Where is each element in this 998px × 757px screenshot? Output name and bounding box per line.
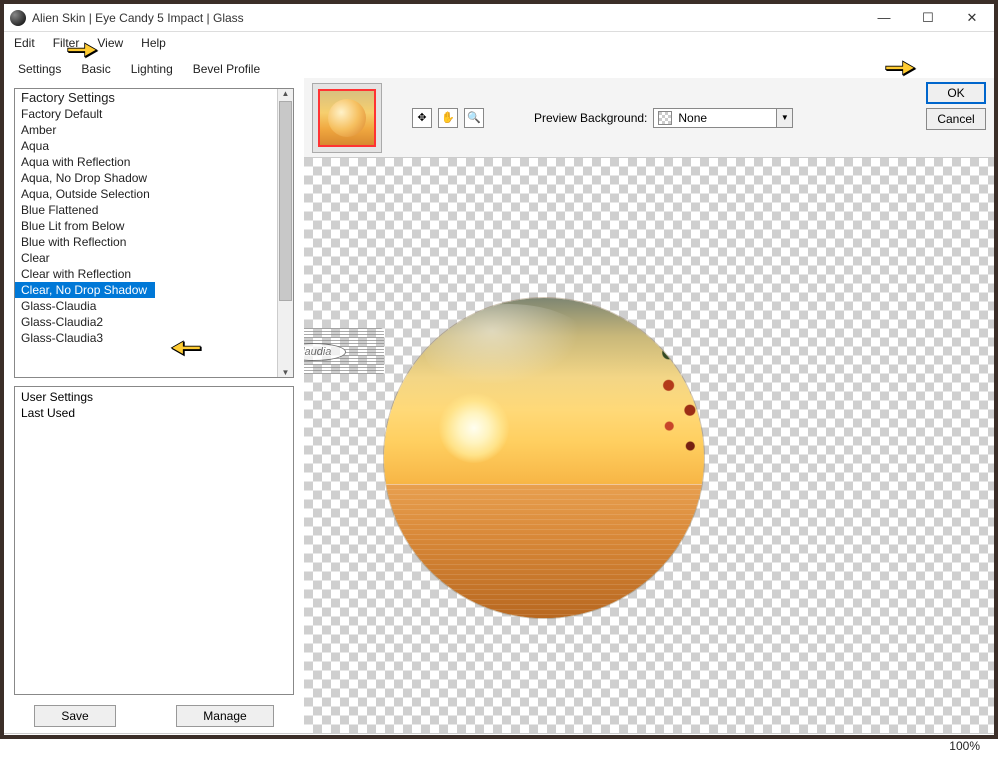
- app-icon: [10, 10, 26, 26]
- scrollbar[interactable]: [277, 89, 293, 377]
- menu-bar: Edit Filter View Help: [4, 32, 994, 54]
- transparency-swatch-icon: [658, 111, 672, 125]
- list-item[interactable]: Aqua with Reflection: [15, 154, 277, 170]
- thumbnail-preview[interactable]: [312, 83, 382, 153]
- list-item[interactable]: Aqua: [15, 138, 277, 154]
- list-item[interactable]: Glass-Claudia: [15, 298, 277, 314]
- list-item[interactable]: Aqua, Outside Selection: [15, 186, 277, 202]
- save-button[interactable]: Save: [34, 705, 115, 727]
- preview-background-control: Preview Background: None ▼: [534, 108, 793, 128]
- tab-settings[interactable]: Settings: [14, 60, 65, 78]
- list-item[interactable]: Blue Lit from Below: [15, 218, 277, 234]
- ok-button[interactable]: OK: [926, 82, 986, 104]
- tab-bar: Settings Basic Lighting Bevel Profile: [4, 54, 274, 78]
- zoom-tool-icon[interactable]: 🔍: [464, 108, 484, 128]
- list-item[interactable]: Last Used: [15, 405, 293, 421]
- hand-tool-icon[interactable]: ✋: [438, 108, 458, 128]
- menu-help[interactable]: Help: [141, 36, 166, 50]
- move-tool-icon[interactable]: ✥: [412, 108, 432, 128]
- tab-bevel-profile[interactable]: Bevel Profile: [189, 60, 264, 78]
- dialog-buttons: OK Cancel: [926, 82, 986, 130]
- user-settings-list[interactable]: User Settings Last Used: [14, 386, 294, 695]
- manage-button[interactable]: Manage: [176, 705, 273, 727]
- menu-filter[interactable]: Filter: [53, 36, 80, 50]
- menu-edit[interactable]: Edit: [14, 36, 35, 50]
- title-bar: Alien Skin | Eye Candy 5 Impact | Glass …: [4, 4, 994, 32]
- cancel-button[interactable]: Cancel: [926, 108, 986, 130]
- watermark-stamp: claudia: [304, 328, 384, 376]
- list-item[interactable]: Glass-Claudia2: [15, 314, 277, 330]
- list-item[interactable]: Blue Flattened: [15, 202, 277, 218]
- right-panel: ✥ ✋ 🔍 Preview Background: None ▼ OK Canc…: [304, 78, 994, 733]
- tab-lighting[interactable]: Lighting: [127, 60, 177, 78]
- preview-toolbar: ✥ ✋ 🔍 Preview Background: None ▼ OK Canc…: [304, 78, 994, 158]
- list-item[interactable]: Aqua, No Drop Shadow: [15, 170, 277, 186]
- list-item[interactable]: Clear: [15, 250, 277, 266]
- menu-view[interactable]: View: [97, 36, 123, 50]
- preview-area[interactable]: claudia: [304, 158, 994, 733]
- factory-header: Factory Settings: [15, 89, 277, 106]
- list-item[interactable]: Clear with Reflection: [15, 266, 277, 282]
- window-buttons: — ☐ ✕: [862, 4, 994, 32]
- list-item[interactable]: Glass-Claudia3: [15, 330, 277, 346]
- close-button[interactable]: ✕: [950, 4, 994, 32]
- settings-panel: Factory Settings Factory Default Amber A…: [4, 78, 304, 733]
- scrollbar-thumb[interactable]: [279, 101, 292, 301]
- list-item-selected[interactable]: Clear, No Drop Shadow: [15, 282, 155, 298]
- watermark-text: claudia: [304, 343, 346, 361]
- tab-row: Settings Basic Lighting Bevel Profile: [4, 54, 994, 78]
- chevron-down-icon[interactable]: ▼: [776, 109, 792, 127]
- preview-bg-value: None: [678, 111, 707, 125]
- maximize-button[interactable]: ☐: [906, 4, 950, 32]
- tool-icons: ✥ ✋ 🔍: [412, 108, 484, 128]
- zoom-level: 100%: [949, 739, 980, 753]
- list-item[interactable]: Blue with Reflection: [15, 234, 277, 250]
- minimize-button[interactable]: —: [862, 4, 906, 32]
- preview-bg-label: Preview Background:: [534, 111, 647, 125]
- list-item[interactable]: Factory Default: [15, 106, 277, 122]
- tab-basic[interactable]: Basic: [77, 60, 114, 78]
- settings-buttons: Save Manage: [14, 695, 294, 733]
- glass-sphere-preview: [384, 298, 704, 618]
- list-item[interactable]: Amber: [15, 122, 277, 138]
- preview-bg-select[interactable]: None ▼: [653, 108, 793, 128]
- factory-settings-list[interactable]: Factory Settings Factory Default Amber A…: [14, 88, 294, 378]
- window-title: Alien Skin | Eye Candy 5 Impact | Glass: [32, 11, 862, 25]
- content-area: Factory Settings Factory Default Amber A…: [4, 78, 994, 733]
- status-bar: 100%: [4, 733, 994, 757]
- user-header: User Settings: [15, 389, 293, 405]
